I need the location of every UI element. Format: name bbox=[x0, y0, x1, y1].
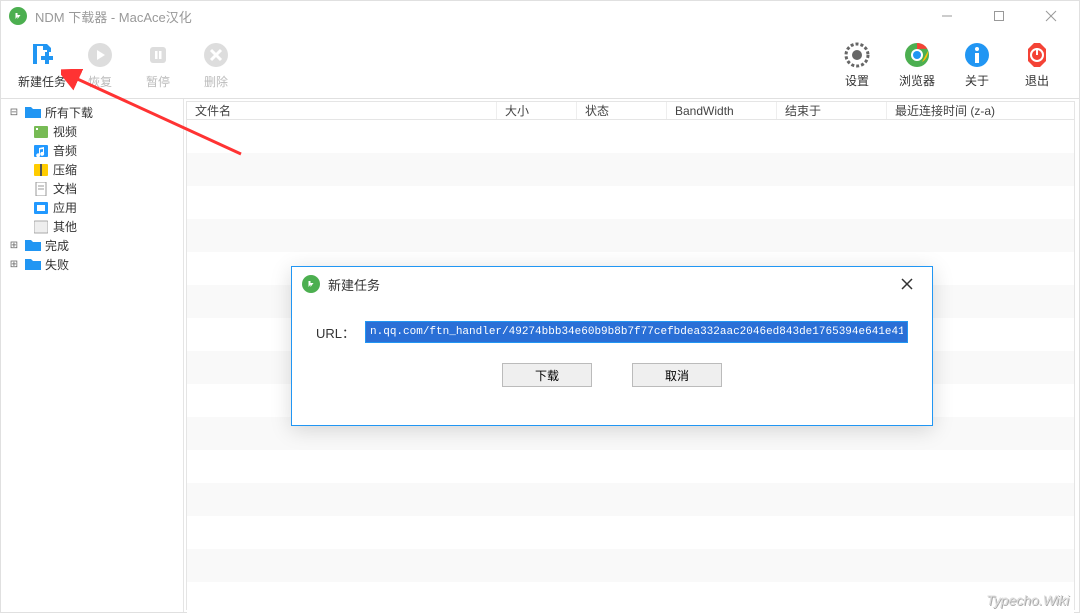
table-row bbox=[187, 516, 1074, 549]
tree-category-label: 应用 bbox=[53, 199, 77, 216]
delete-label: 删除 bbox=[204, 73, 228, 90]
watermark: Typecho.Wiki bbox=[986, 592, 1069, 608]
table-row bbox=[187, 186, 1074, 219]
resume-label: 恢复 bbox=[88, 73, 112, 90]
close-button[interactable] bbox=[1031, 2, 1071, 30]
app-icon bbox=[9, 7, 27, 25]
power-icon bbox=[1022, 40, 1052, 70]
delete-icon bbox=[200, 39, 232, 71]
sidebar-tree: ⊟ 所有下载 视频音频压缩文档应用其他 ⊞ 完成 ⊞ 失败 bbox=[1, 99, 184, 612]
column-header[interactable]: 最近连接时间 (z-a) bbox=[887, 102, 1057, 119]
toolbar: 新建任务 恢复 暂停 删除 设置 浏览器 关于 bbox=[1, 31, 1079, 99]
window-title: NDM 下载器 - MacAce汉化 bbox=[35, 7, 192, 26]
dialog-app-icon bbox=[302, 275, 320, 293]
app-icon bbox=[33, 201, 49, 215]
column-header[interactable]: 状态 bbox=[577, 102, 667, 119]
url-input[interactable] bbox=[365, 321, 908, 343]
tree-completed-label: 完成 bbox=[45, 237, 69, 254]
table-header: 文件名大小状态BandWidth结束于最近连接时间 (z-a) bbox=[187, 102, 1074, 120]
new-task-icon bbox=[26, 39, 58, 71]
exit-button[interactable]: 退出 bbox=[1007, 40, 1067, 89]
play-icon bbox=[84, 39, 116, 71]
info-icon bbox=[962, 40, 992, 70]
table-row bbox=[187, 483, 1074, 516]
minimize-button[interactable] bbox=[927, 2, 967, 30]
gear-icon bbox=[842, 40, 872, 70]
column-header[interactable]: BandWidth bbox=[667, 102, 777, 119]
maximize-button[interactable] bbox=[979, 2, 1019, 30]
tree-category-label: 视频 bbox=[53, 123, 77, 140]
dialog-titlebar: 新建任务 bbox=[292, 267, 932, 301]
tree-category-item[interactable]: 文档 bbox=[1, 179, 183, 198]
tree-failed-label: 失败 bbox=[45, 256, 69, 273]
tree-failed[interactable]: ⊞ 失败 bbox=[1, 255, 183, 274]
folder-icon bbox=[25, 257, 41, 273]
resume-button[interactable]: 恢复 bbox=[71, 39, 129, 90]
new-task-dialog: 新建任务 URL： 下载 取消 bbox=[291, 266, 933, 426]
folder-icon bbox=[25, 238, 41, 254]
doc-icon bbox=[33, 182, 49, 196]
tree-category-label: 文档 bbox=[53, 180, 77, 197]
column-header[interactable]: 文件名 bbox=[187, 102, 497, 119]
tree-all-label: 所有下载 bbox=[45, 104, 93, 121]
exit-label: 退出 bbox=[1025, 72, 1049, 89]
tree-category-label: 其他 bbox=[53, 218, 77, 235]
settings-label: 设置 bbox=[845, 72, 869, 89]
audio-icon bbox=[33, 144, 49, 158]
dialog-close-button[interactable] bbox=[892, 270, 922, 298]
archive-icon bbox=[33, 163, 49, 177]
video-icon bbox=[33, 125, 49, 139]
tree-all-downloads[interactable]: ⊟ 所有下载 bbox=[1, 103, 183, 122]
tree-category-item[interactable]: 应用 bbox=[1, 198, 183, 217]
browser-label: 浏览器 bbox=[899, 72, 935, 89]
column-header[interactable]: 结束于 bbox=[777, 102, 887, 119]
chrome-icon bbox=[902, 40, 932, 70]
column-header[interactable]: 大小 bbox=[497, 102, 577, 119]
table-row bbox=[187, 120, 1074, 153]
cancel-button[interactable]: 取消 bbox=[632, 363, 722, 387]
title-bar: NDM 下载器 - MacAce汉化 bbox=[1, 1, 1079, 31]
other-icon bbox=[33, 220, 49, 234]
delete-button[interactable]: 删除 bbox=[187, 39, 245, 90]
tree-completed[interactable]: ⊞ 完成 bbox=[1, 236, 183, 255]
tree-category-item[interactable]: 压缩 bbox=[1, 160, 183, 179]
collapse-icon[interactable]: ⊟ bbox=[7, 106, 21, 120]
tree-category-item[interactable]: 音频 bbox=[1, 141, 183, 160]
table-row bbox=[187, 549, 1074, 582]
pause-label: 暂停 bbox=[146, 73, 170, 90]
folder-icon bbox=[25, 105, 41, 121]
expand-icon[interactable]: ⊞ bbox=[7, 258, 21, 272]
about-label: 关于 bbox=[965, 72, 989, 89]
url-label: URL： bbox=[316, 323, 355, 342]
dialog-title-text: 新建任务 bbox=[328, 275, 380, 294]
table-row bbox=[187, 582, 1074, 615]
tree-category-label: 音频 bbox=[53, 142, 77, 159]
pause-icon bbox=[142, 39, 174, 71]
tree-category-item[interactable]: 视频 bbox=[1, 122, 183, 141]
tree-category-item[interactable]: 其他 bbox=[1, 217, 183, 236]
download-button[interactable]: 下载 bbox=[502, 363, 592, 387]
settings-button[interactable]: 设置 bbox=[827, 40, 887, 89]
table-row bbox=[187, 450, 1074, 483]
table-row bbox=[187, 153, 1074, 186]
pause-button[interactable]: 暂停 bbox=[129, 39, 187, 90]
new-task-button[interactable]: 新建任务 bbox=[13, 39, 71, 90]
about-button[interactable]: 关于 bbox=[947, 40, 1007, 89]
expand-icon[interactable]: ⊞ bbox=[7, 239, 21, 253]
table-row bbox=[187, 219, 1074, 252]
tree-category-label: 压缩 bbox=[53, 161, 77, 178]
browser-button[interactable]: 浏览器 bbox=[887, 40, 947, 89]
new-task-label: 新建任务 bbox=[18, 73, 66, 90]
